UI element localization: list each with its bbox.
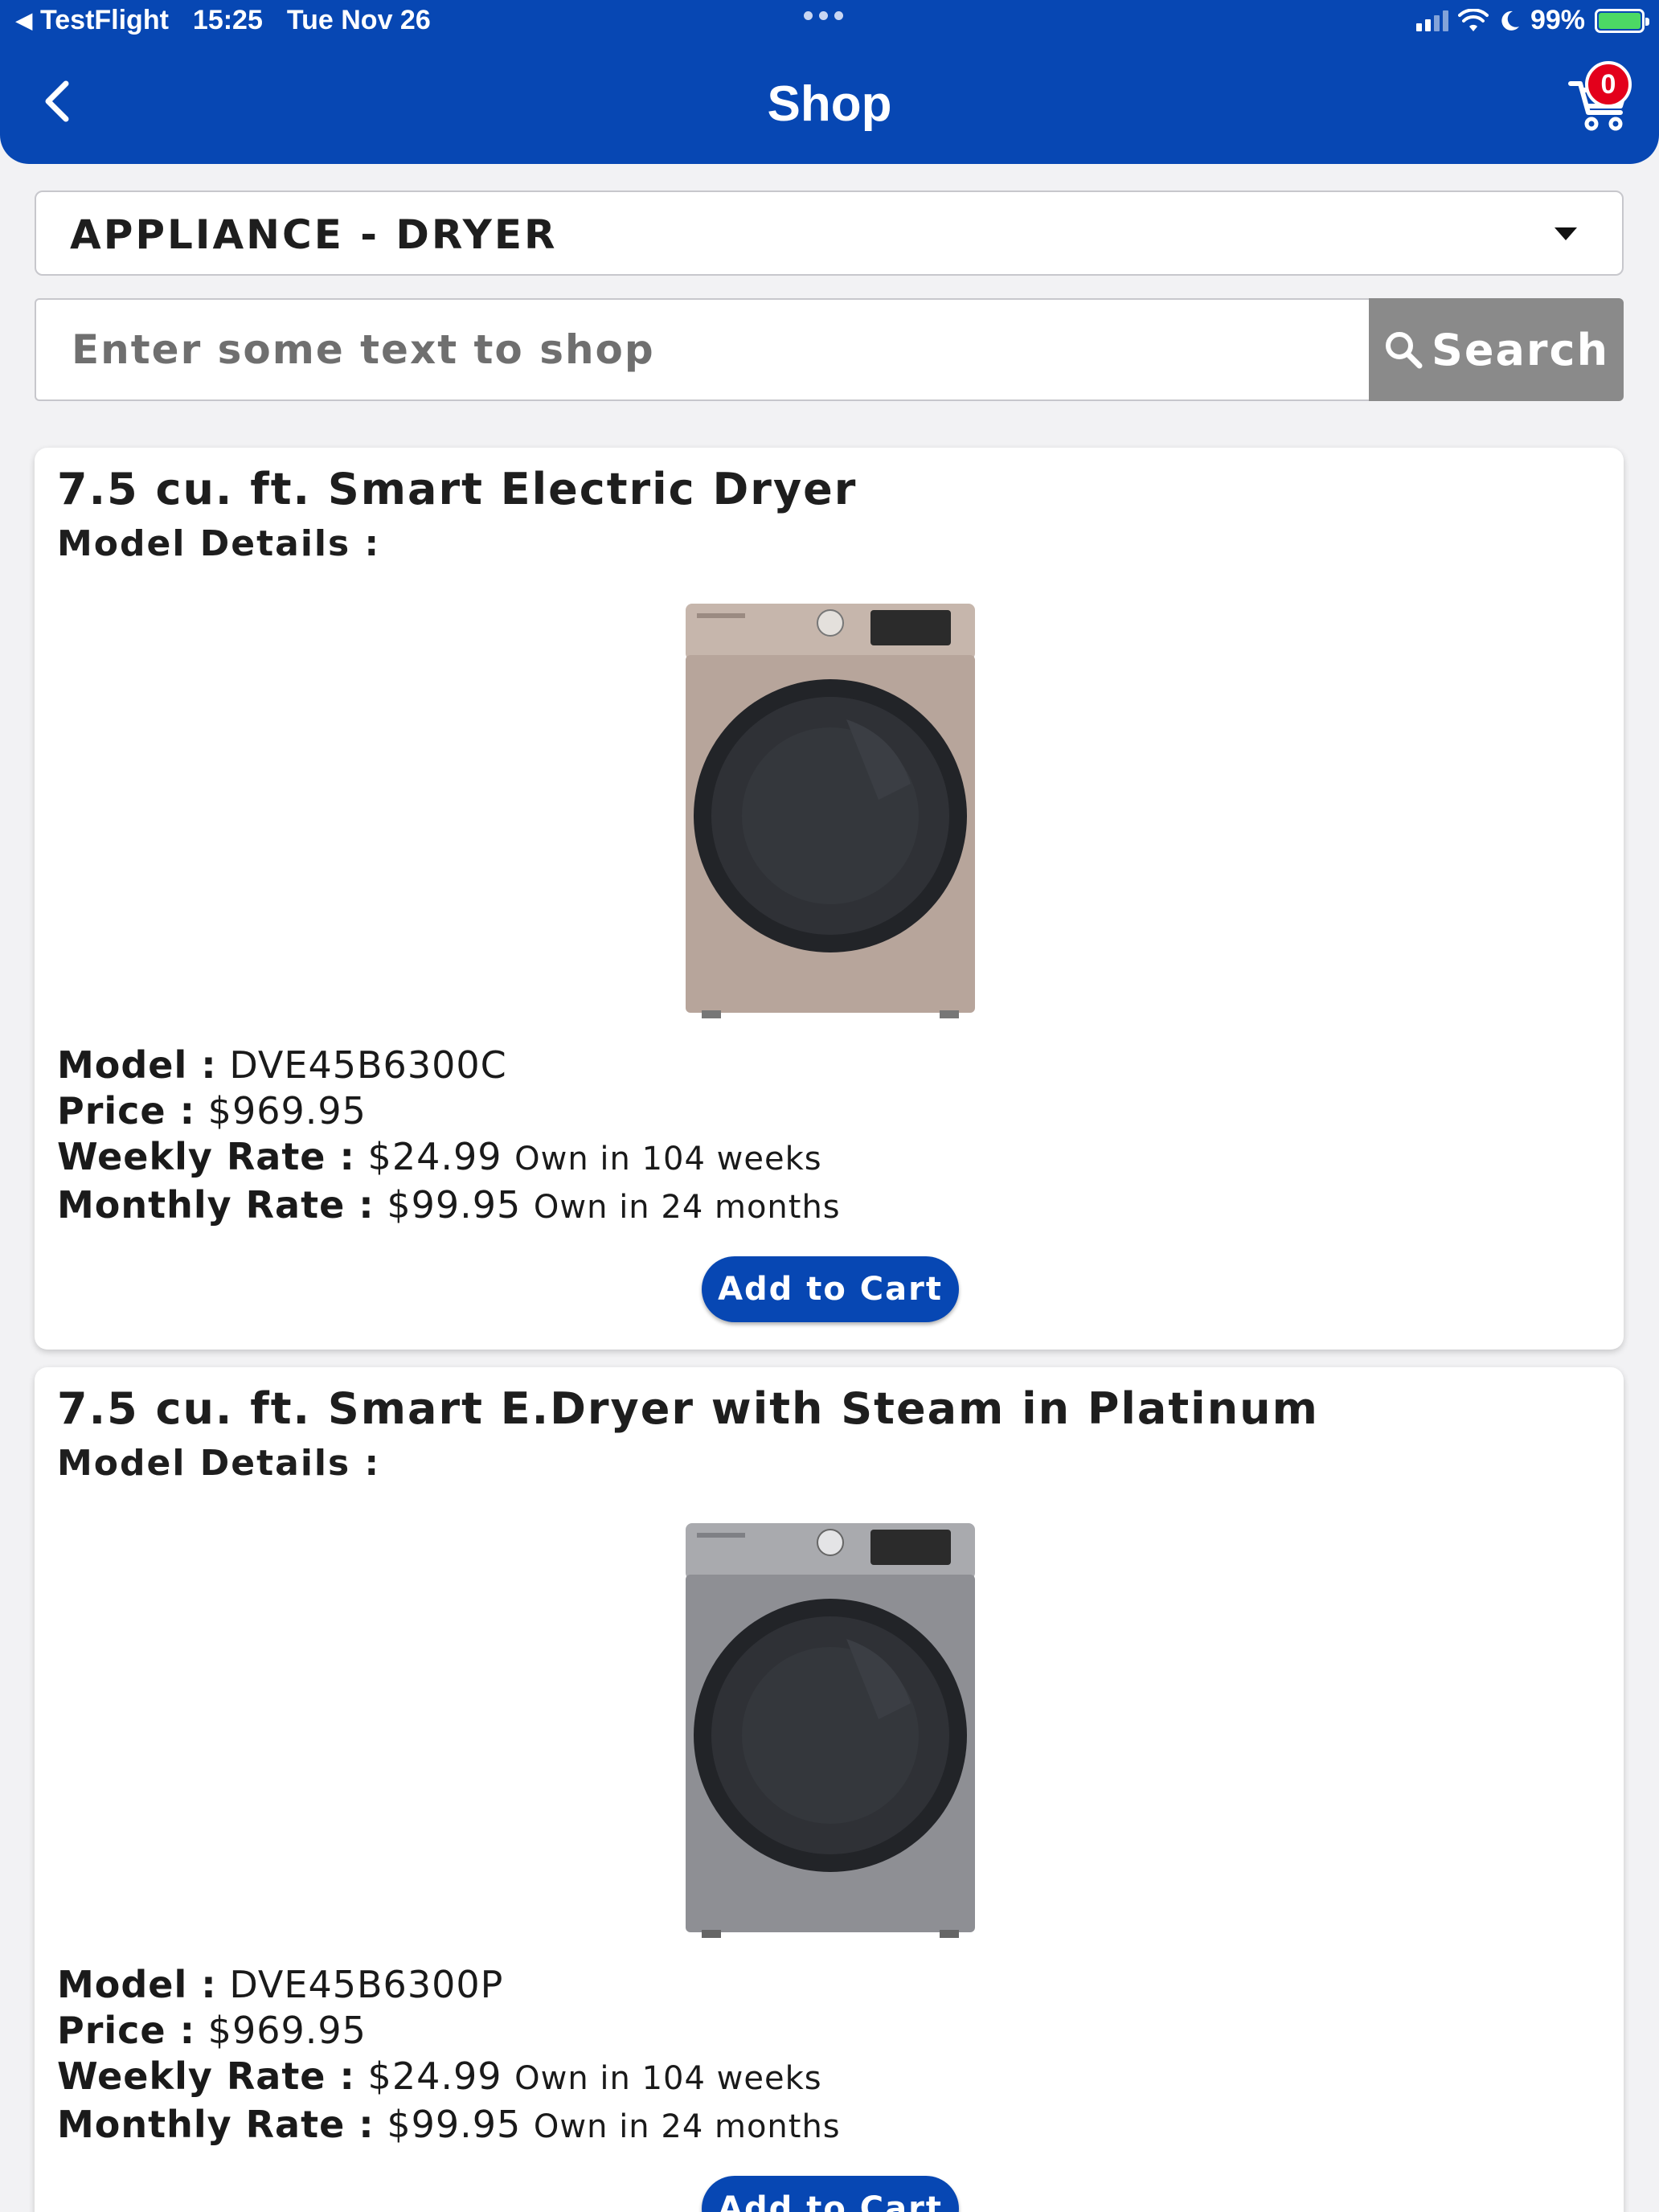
model-line: Model : DVE45B6300P (57, 1963, 504, 2006)
model-line: Model : DVE45B6300C (57, 1043, 507, 1087)
battery-percent: 99% (1530, 5, 1585, 35)
weekly-term: Own in 104 weeks (514, 2060, 822, 2097)
monthly-rate-value: $99.95 (387, 1183, 522, 1227)
model-value: DVE45B6300C (229, 1043, 507, 1087)
weekly-rate-value: $24.99 (367, 1135, 502, 1178)
add-to-cart-button[interactable]: Add to Cart (702, 1256, 959, 1322)
back-app-label[interactable]: TestFlight (40, 5, 169, 36)
product-card: 7.5 cu. ft. Smart E.Dryer with Steam in … (35, 1367, 1624, 2212)
model-value: DVE45B6300P (229, 1963, 504, 2006)
weekly-rate-value: $24.99 (367, 2054, 502, 2098)
product-title: 7.5 cu. ft. Smart E.Dryer with Steam in … (57, 1383, 1319, 1434)
monthly-rate-value: $99.95 (387, 2103, 522, 2146)
search-icon (1385, 332, 1423, 369)
page-title: Shop (767, 76, 892, 132)
status-time: 15:25 (192, 5, 263, 35)
dropdown-caret-icon[interactable] (1555, 227, 1577, 240)
dryer-product-image (686, 604, 975, 1018)
top-app-bar: ◀ TestFlight 15:25 Tue Nov 26 99% Shop 0 (0, 0, 1659, 164)
search-button[interactable]: Search (1369, 298, 1624, 401)
model-details-label: Model Details : (57, 523, 381, 564)
category-selected-value[interactable]: APPLIANCE - DRYER (70, 211, 558, 258)
search-button-label[interactable]: Search (1432, 325, 1609, 375)
weekly-term: Own in 104 weeks (514, 1141, 822, 1178)
price-value: $969.95 (207, 2009, 367, 2052)
price-line: Price : $969.95 (57, 2009, 367, 2052)
cellular-signal-icon (1415, 10, 1448, 31)
weekly-rate-line: Weekly Rate : $24.99 Own in 104 weeks (57, 1135, 822, 1178)
status-date: Tue Nov 26 (286, 5, 431, 35)
battery-icon (1595, 8, 1649, 33)
product-specs: Model : DVE45B6300P Price : $969.95 Week… (57, 1962, 841, 2150)
monthly-term: Own in 24 months (533, 1189, 841, 1226)
product-title: 7.5 cu. ft. Smart Electric Dryer (57, 464, 858, 514)
model-details-label: Model Details : (57, 1443, 381, 1484)
product-card: 7.5 cu. ft. Smart Electric Dryer Model D… (35, 448, 1624, 1350)
product-specs: Model : DVE45B6300C Price : $969.95 Week… (57, 1043, 841, 1231)
weekly-rate-line: Weekly Rate : $24.99 Own in 104 weeks (57, 2054, 822, 2098)
wifi-icon (1457, 8, 1489, 31)
monthly-rate-line: Monthly Rate : $99.95 Own in 24 months (57, 2103, 841, 2146)
price-value: $969.95 (207, 1089, 367, 1133)
dryer-product-image (686, 1523, 975, 1938)
cart-count-badge[interactable]: 0 (1585, 61, 1632, 108)
status-right: 99% (1415, 5, 1649, 36)
status-bar: ◀ TestFlight 15:25 Tue Nov 26 99% (0, 0, 1659, 45)
add-to-cart-button[interactable]: Add to Cart (702, 2176, 959, 2212)
monthly-rate-line: Monthly Rate : $99.95 Own in 24 months (57, 1183, 841, 1227)
category-select[interactable]: APPLIANCE - DRYER (35, 190, 1624, 276)
search-input[interactable] (35, 298, 1370, 401)
multitasking-dots-icon[interactable] (804, 11, 843, 20)
back-to-app-icon[interactable]: ◀ (16, 8, 32, 33)
monthly-term: Own in 24 months (533, 2108, 841, 2145)
price-line: Price : $969.95 (57, 1089, 367, 1133)
status-left[interactable]: ◀ TestFlight 15:25 Tue Nov 26 (16, 5, 431, 36)
moon-icon (1501, 10, 1519, 31)
